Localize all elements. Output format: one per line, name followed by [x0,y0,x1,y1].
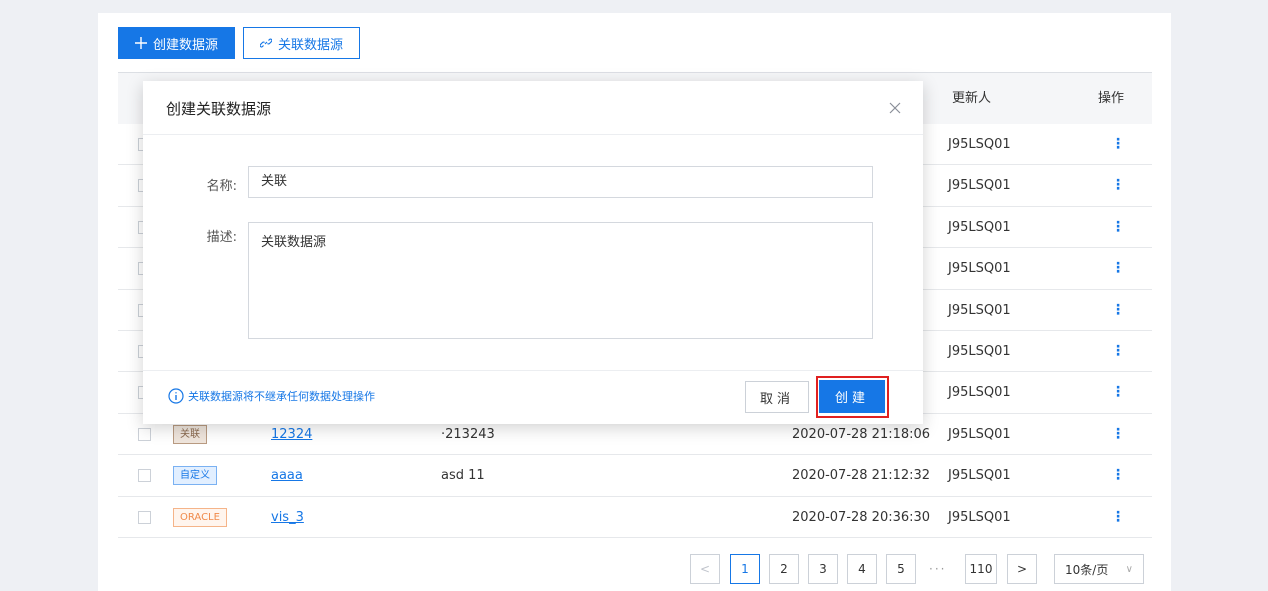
name-field[interactable]: 关联 [248,166,873,198]
updater-cell: J95LSQ01 [948,509,1011,525]
more-actions-icon[interactable]: ⋮ [1111,455,1125,496]
updated-time-cell: 2020-07-28 20:36:30 [792,509,931,525]
datasource-name-link[interactable]: vis_3 [271,497,304,538]
dialog-header: 创建关联数据源 [143,81,923,135]
prev-page-button[interactable]: < [690,554,720,584]
row-checkbox[interactable] [138,469,151,483]
more-actions-icon[interactable]: ⋮ [1111,165,1125,206]
table-row: 自定义 aaaa asd 11 2020-07-28 21:12:32 J95LSQ01… [118,455,1152,497]
page-button-4[interactable]: 4 [847,554,877,584]
pagination-ellipsis[interactable]: ··· [929,554,946,584]
table-row: ORACLE vis_3 2020-07-28 20:36:30 J95LSQ01 ⋮ [118,497,1152,538]
description-cell: asd 11 [441,468,485,484]
page-button-last[interactable]: 110 [965,554,997,584]
name-value: 关联 [261,174,288,189]
create-linked-datasource-dialog: 创建关联数据源 名称: 关联 描述: 关联数据源 关联数据源将不继承任何数据处理… [143,81,923,424]
more-actions-icon[interactable]: ⋮ [1111,124,1125,165]
updater-cell: J95LSQ01 [948,178,1011,194]
more-actions-icon[interactable]: ⋮ [1111,290,1125,331]
link-icon [259,37,272,49]
page-button-3[interactable]: 3 [808,554,838,584]
more-actions-icon[interactable]: ⋮ [1111,207,1125,248]
more-actions-icon[interactable]: ⋮ [1111,248,1125,289]
create-datasource-label: 创建数据源 [152,37,218,53]
description-value: 关联数据源 [261,235,327,250]
link-datasource-button[interactable]: 关联数据源 [243,27,360,59]
datasource-name-link[interactable]: aaaa [271,455,303,496]
chevron-down-icon: ∨ [1125,563,1133,575]
info-icon [168,388,184,404]
dialog-title: 创建关联数据源 [166,100,272,118]
source-type-badge: ORACLE [173,507,227,527]
page-button-5[interactable]: 5 [886,554,916,584]
more-actions-icon[interactable]: ⋮ [1111,414,1125,455]
page-size-select[interactable]: 10条/页 ∨ [1054,554,1144,584]
row-checkbox[interactable] [138,510,151,524]
create-button-highlight [816,376,889,418]
updater-cell: J95LSQ01 [948,468,1011,484]
name-label: 名称: [206,179,237,194]
column-header-actions: 操作 [1098,91,1125,106]
updated-time-cell: 2020-07-28 21:12:32 [792,468,931,484]
pagination: < 1 2 3 4 5 ··· 110 > 10条/页 ∨ [98,554,1171,584]
updater-cell: J95LSQ01 [948,343,1011,359]
updater-cell: J95LSQ01 [948,261,1011,277]
updater-cell: J95LSQ01 [948,426,1011,442]
source-type-badge: 自定义 [173,466,217,486]
create-datasource-button[interactable]: 创建数据源 [118,27,235,59]
updater-cell: J95LSQ01 [948,137,1011,152]
cancel-button[interactable]: 取消 [745,381,809,413]
description-label: 描述: [206,230,237,245]
dialog-footer: 关联数据源将不继承任何数据处理操作 取消 创建 [143,370,923,424]
info-tip: 关联数据源将不继承任何数据处理操作 [168,388,375,404]
info-tip-text: 关联数据源将不继承任何数据处理操作 [188,390,375,403]
description-field[interactable]: 关联数据源 [248,222,873,339]
updater-cell: J95LSQ01 [948,302,1011,318]
plus-icon [134,37,147,49]
row-checkbox[interactable] [138,427,151,441]
page-size-label: 10条/页 [1065,562,1109,577]
source-type-badge: 关联 [173,424,207,444]
link-datasource-label: 关联数据源 [277,37,343,53]
more-actions-icon[interactable]: ⋮ [1111,372,1125,413]
updater-cell: J95LSQ01 [948,219,1011,235]
close-icon[interactable] [887,100,903,116]
page-button-2[interactable]: 2 [769,554,799,584]
updater-cell: J95LSQ01 [948,385,1011,401]
next-page-button[interactable]: > [1007,554,1037,584]
page-button-1[interactable]: 1 [730,554,760,584]
more-actions-icon[interactable]: ⋮ [1111,497,1125,538]
more-actions-icon[interactable]: ⋮ [1111,331,1125,372]
column-header-updater: 更新人 [952,91,992,106]
